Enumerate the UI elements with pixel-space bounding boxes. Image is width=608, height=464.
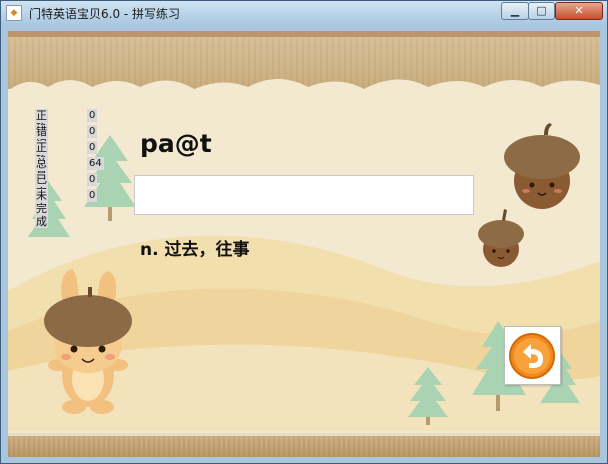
top-band-edge [8,31,600,37]
acorn-character-large [504,123,580,209]
stat-label: 未完成 [35,189,48,228]
minimize-icon: ▁ [510,4,520,17]
bunny-character [44,269,132,414]
spelling-word-prompt: pa@t [140,129,212,158]
bottom-decorative-band [8,433,600,457]
maximize-icon: □ [536,4,547,17]
stat-value: 0 [87,125,98,138]
stat-value: 0 [87,109,98,122]
tree-decoration-bottom [408,367,448,425]
answer-input[interactable] [134,175,474,215]
cloud-edge-decoration [8,79,600,111]
return-button[interactable] [504,326,561,385]
stat-value: 0 [87,173,98,186]
practice-area: 正确 0 错误 0 正确率 0 总量 64 已完成 0 未完成 0 [8,31,600,457]
return-arrow-icon [509,333,555,379]
stat-value: 0 [87,189,98,202]
minimize-button[interactable]: ▁ [501,2,529,20]
app-window: ◆ 门特英语宝贝6.0 - 拼写练习 ▁ □ ✕ 正 0 错 0 正 0 总 6… [0,0,608,464]
title-bar[interactable]: ◆ 门特英语宝贝6.0 - 拼写练习 ▁ □ ✕ [1,1,607,25]
stat-value: 0 [87,141,98,154]
close-icon: ✕ [574,4,584,17]
acorn-character-small [478,209,524,267]
window-title: 门特英语宝贝6.0 - 拼写练习 [29,7,181,21]
app-icon: ◆ [6,5,22,21]
word-meaning: n. 过去，往事 [140,240,250,260]
close-button[interactable]: ✕ [555,2,603,20]
stat-value: 64 [87,157,104,170]
maximize-button[interactable]: □ [528,2,555,20]
